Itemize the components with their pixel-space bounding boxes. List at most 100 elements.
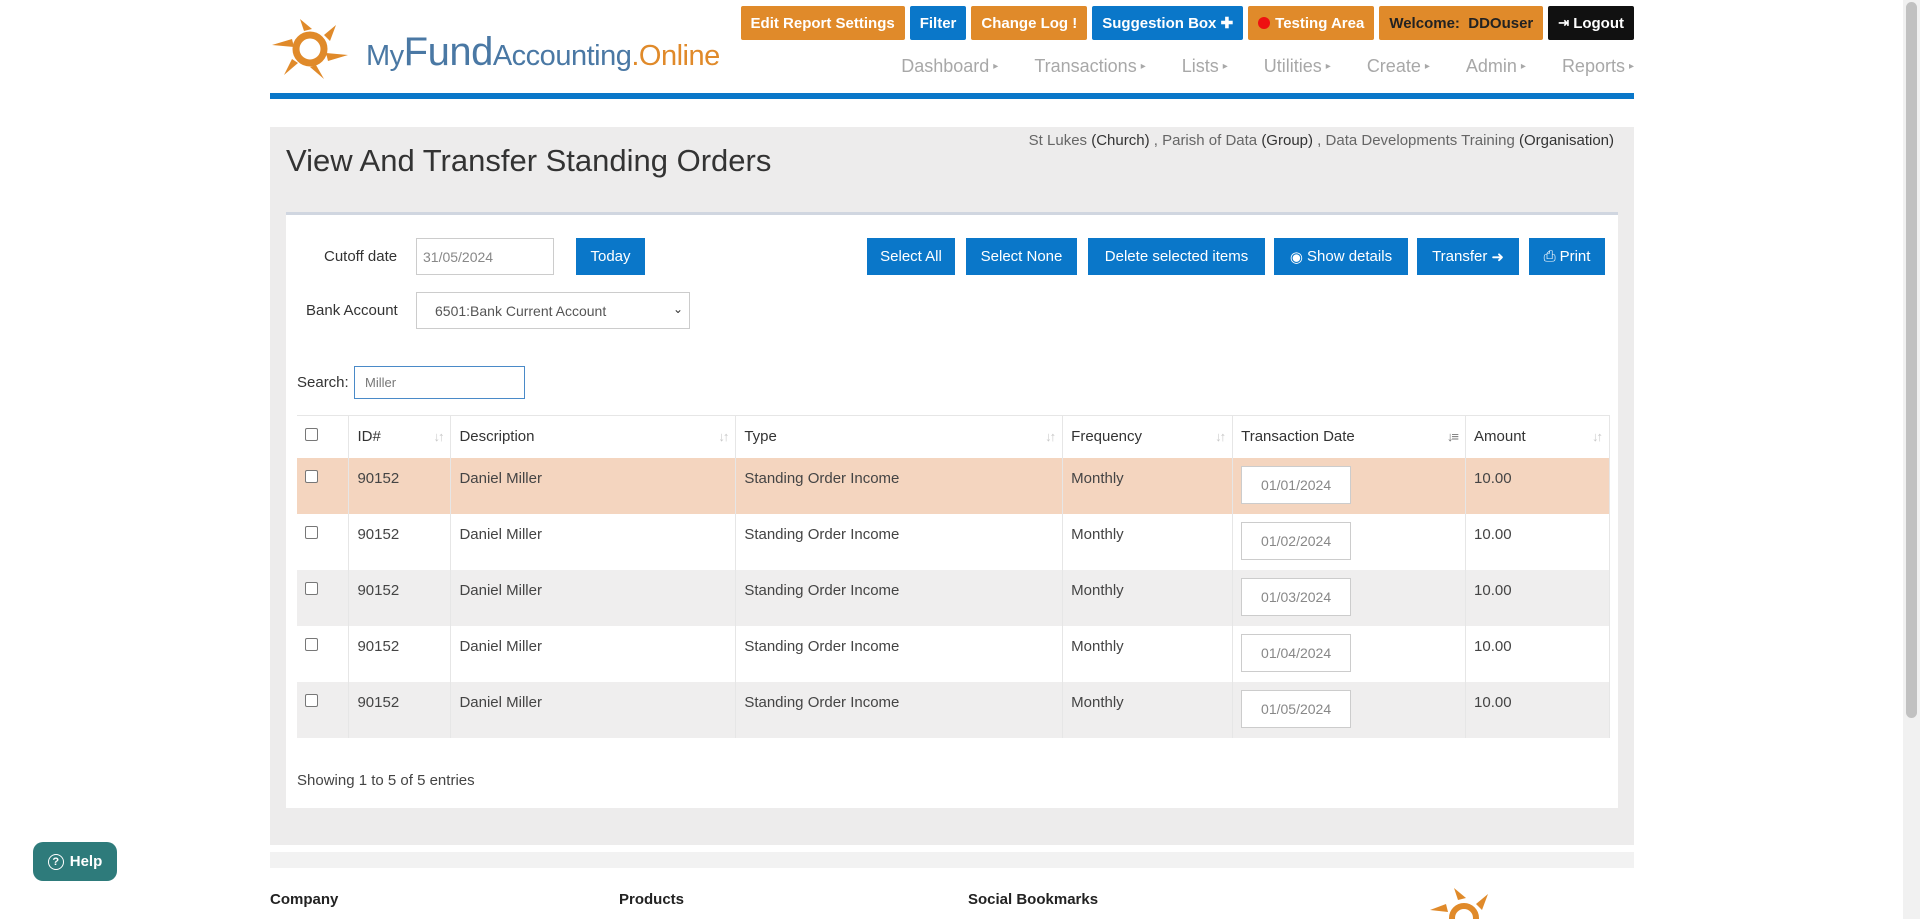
row-checkbox[interactable]: [305, 525, 318, 539]
col-description[interactable]: Description ↓↑: [450, 415, 737, 458]
printer-icon: ⎙: [1543, 248, 1556, 265]
welcome-user-button[interactable]: Welcome: DDOuser: [1379, 6, 1544, 40]
select-all-button[interactable]: Select All: [867, 238, 955, 275]
search-label: Search:: [297, 374, 349, 391]
cutoff-date-input[interactable]: 31/05/2024: [416, 238, 554, 275]
row-amount: 10.00: [1465, 569, 1610, 626]
eye-icon: ◉: [1289, 248, 1304, 266]
suggestion-box-button[interactable]: Suggestion Box ✚: [1092, 6, 1244, 40]
header-checkbox[interactable]: [305, 428, 318, 442]
nav-utilities[interactable]: Utilities ▸: [1228, 56, 1331, 77]
bank-account-label: Bank Account: [306, 302, 398, 319]
sort-icon: ↓↑: [718, 429, 729, 444]
row-type: Standing Order Income: [735, 457, 1064, 514]
nav-create[interactable]: Create ▸: [1331, 56, 1430, 77]
table-row[interactable]: 90152 Daniel Miller Standing Order Incom…: [297, 569, 1610, 626]
sort-icon: ↓↑: [433, 429, 444, 444]
sun-logo-icon: [272, 19, 348, 79]
vertical-scrollbar[interactable]: [1903, 0, 1920, 919]
row-description: Daniel Miller: [450, 513, 737, 570]
chevron-down-icon: ⌄: [672, 302, 683, 316]
row-id: 90152: [348, 569, 452, 626]
scrollbar-thumb[interactable]: [1906, 2, 1917, 718]
change-log-button[interactable]: Change Log !: [971, 6, 1088, 40]
bank-account-select[interactable]: 6501:Bank Current Account ⌄: [416, 292, 690, 329]
delete-selected-button[interactable]: Delete selected items: [1088, 238, 1265, 275]
print-button[interactable]: ⎙ Print: [1529, 238, 1605, 275]
transfer-button[interactable]: Transfer ➜: [1417, 238, 1519, 275]
sort-icon: ↓↑: [1045, 429, 1056, 444]
row-frequency: Monthly: [1062, 681, 1234, 738]
table-info: Showing 1 to 5 of 5 entries: [297, 772, 475, 789]
nav-reports[interactable]: Reports ▸: [1526, 56, 1634, 77]
table-row[interactable]: 90152 Daniel Miller Standing Order Incom…: [297, 625, 1610, 682]
header-divider: [270, 93, 1634, 99]
edit-report-settings-button[interactable]: Edit Report Settings: [740, 6, 905, 40]
record-dot-icon: [1258, 17, 1271, 29]
row-checkbox[interactable]: [305, 693, 318, 707]
logo-text: MyFundAccounting.Online: [366, 29, 720, 74]
logout-button[interactable]: ⇥ Logout: [1548, 6, 1634, 40]
org-context: St Lukes (Church) , Parish of Data (Grou…: [1028, 132, 1614, 149]
page-title: View And Transfer Standing Orders: [286, 143, 772, 178]
row-checkbox[interactable]: [305, 469, 318, 483]
row-checkbox[interactable]: [305, 637, 318, 651]
col-type[interactable]: Type ↓↑: [735, 415, 1064, 458]
filter-button[interactable]: Filter: [909, 6, 967, 40]
footer-band: [270, 852, 1634, 868]
nav-dashboard[interactable]: Dashboard ▸: [865, 56, 998, 77]
sort-icon: ↓↑: [1215, 429, 1226, 444]
logo[interactable]: MyFundAccounting.Online: [270, 16, 720, 82]
table-row[interactable]: 90152 Daniel Miller Standing Order Incom…: [297, 457, 1610, 514]
table-row[interactable]: 90152 Daniel Miller Standing Order Incom…: [297, 681, 1610, 738]
row-id: 90152: [348, 625, 452, 682]
row-amount: 10.00: [1465, 513, 1610, 570]
footer-products-heading: Products: [619, 891, 685, 908]
nav-lists[interactable]: Lists ▸: [1146, 56, 1228, 77]
row-frequency: Monthly: [1062, 569, 1234, 626]
standing-orders-card: Cutoff date 31/05/2024 Today Bank Accoun…: [286, 212, 1618, 808]
sort-icon: ↓↑: [1592, 429, 1603, 444]
row-amount: 10.00: [1465, 457, 1610, 514]
cutoff-date-label: Cutoff date: [324, 248, 398, 265]
row-date-input[interactable]: 01/05/2024: [1241, 689, 1352, 728]
caret-right-icon: ▸: [1628, 61, 1634, 72]
row-description: Daniel Miller: [450, 569, 737, 626]
sort-asc-icon: ↓≡: [1446, 429, 1459, 444]
col-frequency[interactable]: Frequency ↓↑: [1062, 415, 1234, 458]
col-transaction-date[interactable]: Transaction Date ↓≡: [1232, 415, 1467, 458]
row-checkbox[interactable]: [305, 581, 318, 595]
table-row[interactable]: 90152 Daniel Miller Standing Order Incom…: [297, 513, 1610, 570]
row-amount: 10.00: [1465, 625, 1610, 682]
row-date-input[interactable]: 01/03/2024: [1241, 577, 1352, 616]
nav-transactions[interactable]: Transactions ▸: [998, 56, 1145, 77]
row-frequency: Monthly: [1062, 457, 1234, 514]
question-circle-icon: ?: [47, 853, 64, 870]
row-date-input[interactable]: 01/02/2024: [1241, 521, 1352, 560]
help-button[interactable]: ? Help: [33, 842, 117, 881]
content-panel: St Lukes (Church) , Parish of Data (Grou…: [270, 127, 1634, 845]
standing-orders-table: ID# ↓↑ Description ↓↑ Type ↓↑ Frequency ↓↑ T…: [297, 415, 1610, 738]
row-frequency: Monthly: [1062, 625, 1234, 682]
row-frequency: Monthly: [1062, 513, 1234, 570]
col-id[interactable]: ID# ↓↑: [348, 415, 452, 458]
row-description: Daniel Miller: [450, 625, 737, 682]
col-amount[interactable]: Amount ↓↑: [1465, 415, 1610, 458]
row-date-input[interactable]: 01/04/2024: [1241, 633, 1352, 672]
nav-admin[interactable]: Admin ▸: [1430, 56, 1526, 77]
testing-area-button[interactable]: Testing Area: [1248, 6, 1375, 40]
row-id: 90152: [348, 457, 452, 514]
page-container: MyFundAccounting.Online Edit Report Sett…: [270, 0, 1634, 919]
arrow-circle-right-icon: ➜: [1491, 248, 1504, 266]
show-details-button[interactable]: ◉ Show details: [1274, 238, 1408, 275]
top-toolbar: Edit Report Settings Filter Change Log !…: [740, 6, 1634, 40]
row-type: Standing Order Income: [735, 513, 1064, 570]
select-all-checkbox-header[interactable]: [297, 415, 350, 458]
today-button[interactable]: Today: [576, 238, 645, 275]
footer-sun-logo-icon: [1430, 888, 1488, 919]
select-none-button[interactable]: Select None: [966, 238, 1077, 275]
row-description: Daniel Miller: [450, 681, 737, 738]
search-input[interactable]: Miller: [354, 366, 525, 399]
row-date-input[interactable]: 01/01/2024: [1241, 465, 1352, 504]
row-description: Daniel Miller: [450, 457, 737, 514]
